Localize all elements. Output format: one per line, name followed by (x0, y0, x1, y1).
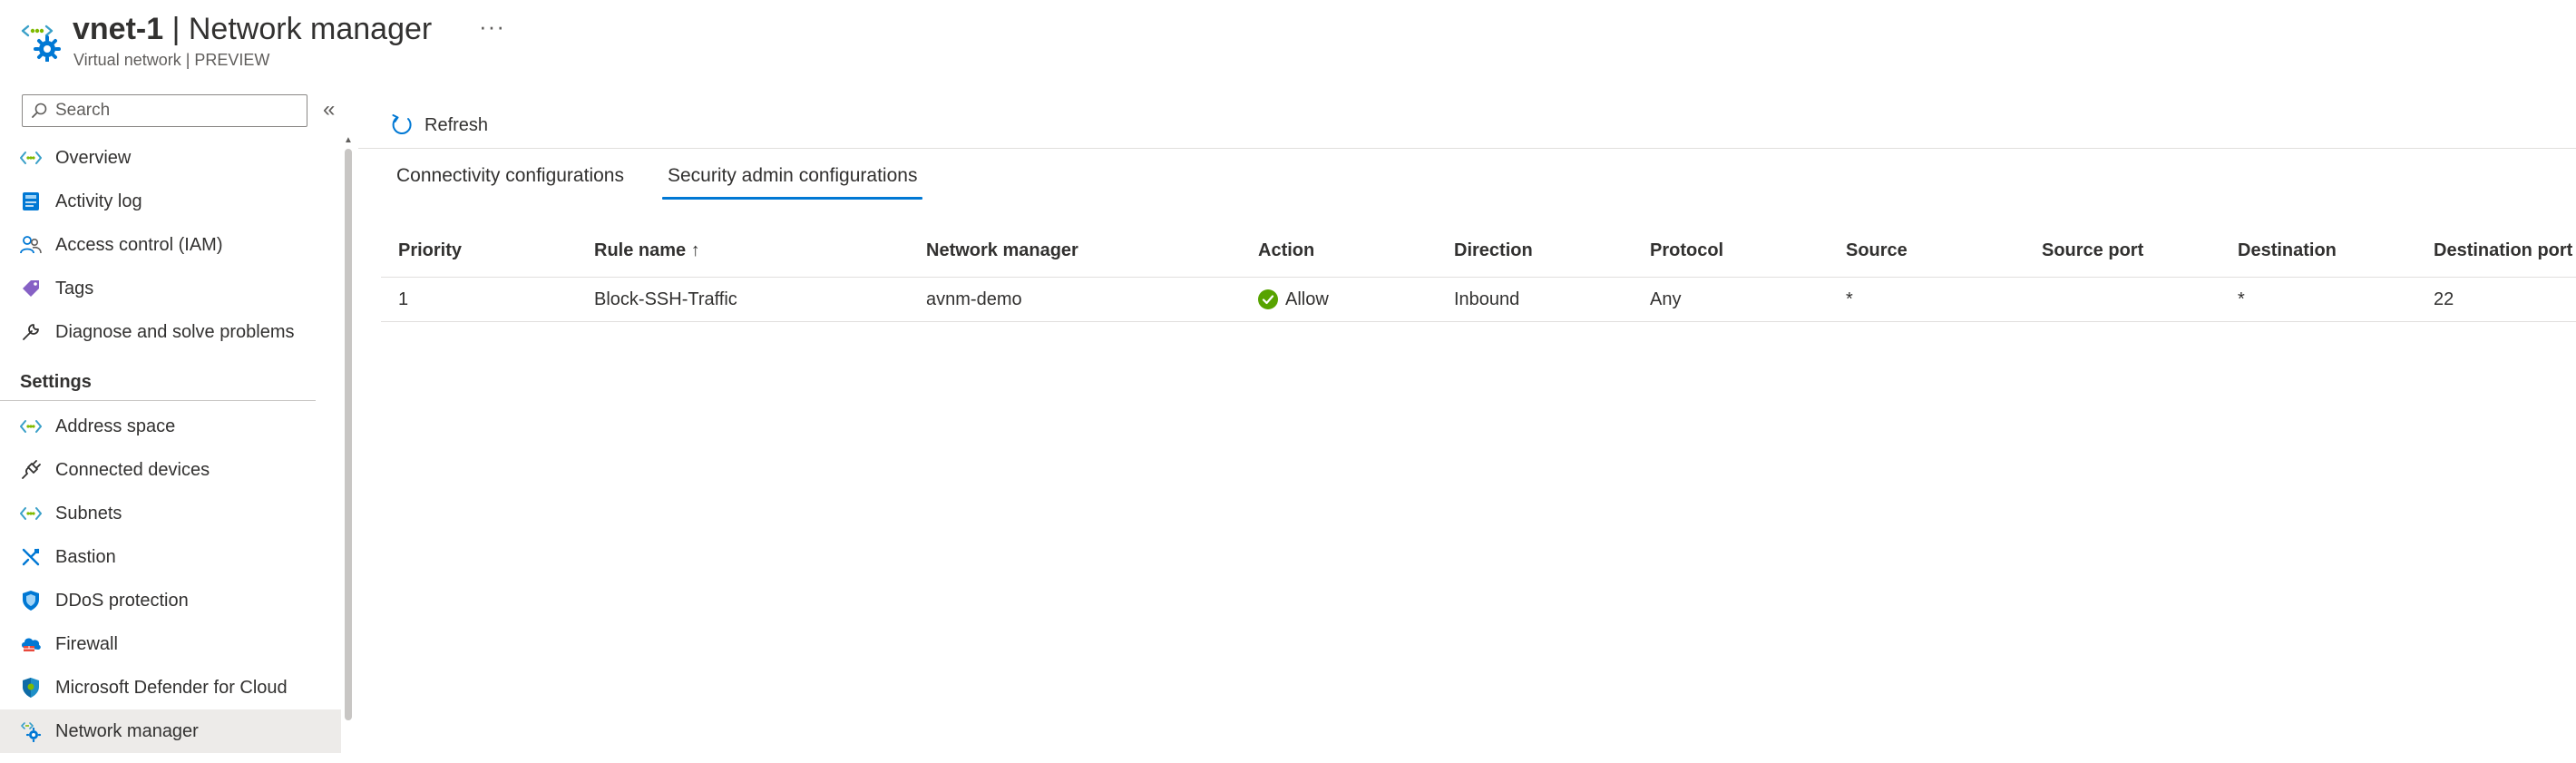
page-subtitle: Virtual network | PREVIEW (73, 51, 270, 69)
sidebar-item-label: Address space (55, 416, 176, 436)
column-header-destination[interactable]: Destination (2238, 225, 2337, 277)
sidebar-scrollbar[interactable]: ▲ (344, 136, 353, 763)
refresh-button[interactable]: Refresh (390, 105, 488, 145)
resource-name: vnet-1 (73, 12, 164, 46)
column-header-action[interactable]: Action (1258, 225, 1314, 277)
table-row[interactable]: 1 Block-SSH-Traffic avnm-demo Allow Inbo… (381, 278, 2576, 322)
sidebar-item-address-space[interactable]: Address space (0, 405, 341, 448)
column-header-direction[interactable]: Direction (1454, 225, 1533, 277)
column-header-network-manager[interactable]: Network manager (926, 225, 1078, 277)
sidebar-item-subnets[interactable]: Subnets (0, 492, 341, 535)
sidebar-search[interactable] (22, 94, 307, 127)
page-header: vnet-1 | Network manager ··· Virtual net… (0, 0, 2576, 80)
sidebar-item-bastion[interactable]: Bastion (0, 535, 341, 579)
cell-destination: * (2238, 289, 2245, 309)
virtual-network-icon (21, 24, 61, 62)
sidebar-item-label: Network manager (55, 720, 199, 741)
sidebar-item-connected-devices[interactable]: Connected devices (0, 448, 341, 492)
sidebar-scrollbar-thumb[interactable] (345, 149, 352, 720)
bastion-icon (20, 546, 42, 568)
column-header-rule-name[interactable]: Rule name ↑ (594, 225, 700, 277)
allow-check-icon (1258, 289, 1278, 309)
column-header-source[interactable]: Source (1846, 225, 1908, 277)
shield-icon (20, 590, 42, 611)
column-header-destination-port[interactable]: Destination port (2434, 225, 2572, 277)
sidebar-item-label: Bastion (55, 546, 116, 567)
sidebar-item-label: Tags (55, 278, 94, 298)
collapse-sidebar-icon[interactable]: « (323, 96, 343, 123)
cell-source: * (1846, 289, 1853, 309)
sidebar-item-defender-for-cloud[interactable]: Microsoft Defender for Cloud (0, 666, 341, 709)
sidebar-item-activity-log[interactable]: Activity log (0, 180, 341, 223)
tag-icon (20, 278, 42, 299)
sidebar-item-label: Microsoft Defender for Cloud (55, 677, 288, 698)
section-header-settings: Settings (0, 357, 316, 401)
tab-connectivity-configurations[interactable]: Connectivity configurations (391, 158, 629, 200)
refresh-icon (392, 114, 412, 135)
network-brackets-icon (20, 416, 42, 437)
search-input[interactable] (55, 97, 300, 124)
sidebar-item-label: Connected devices (55, 459, 210, 480)
sidebar-item-network-manager[interactable]: Network manager (0, 709, 341, 753)
wrench-icon (20, 321, 42, 343)
tab-security-admin-configurations[interactable]: Security admin configurations (661, 158, 923, 200)
cell-protocol: Any (1650, 289, 1682, 309)
sidebar-item-label: DDoS protection (55, 590, 189, 611)
network-brackets-icon (20, 503, 42, 524)
cell-action: Allow (1258, 278, 1329, 321)
people-icon (20, 234, 42, 256)
firewall-icon (20, 633, 42, 655)
configuration-tabs: Connectivity configurations Security adm… (391, 158, 955, 200)
cell-direction: Inbound (1454, 289, 1520, 309)
more-options-icon[interactable]: ··· (479, 13, 505, 41)
sidebar-item-tags[interactable]: Tags (0, 267, 341, 310)
plug-icon (20, 459, 42, 481)
command-bar: Refresh (358, 105, 2576, 149)
cell-destination-port: 22 (2434, 289, 2454, 309)
sidebar-item-access-control[interactable]: Access control (IAM) (0, 223, 341, 267)
sidebar-item-label: Access control (IAM) (55, 234, 223, 255)
scroll-up-arrow-icon[interactable]: ▲ (344, 136, 353, 145)
rules-table: Priority Rule name ↑ Network manager Act… (381, 225, 2576, 322)
title-separator: | (163, 12, 189, 46)
main-content: Refresh Connectivity configurations Secu… (358, 80, 2576, 763)
activity-log-icon (20, 191, 42, 212)
sidebar-nav: Overview Activity log Access control (IA… (0, 136, 341, 753)
refresh-label: Refresh (424, 114, 489, 135)
sidebar: « Overview Activity log Access control (… (0, 80, 358, 763)
sidebar-item-diagnose[interactable]: Diagnose and solve problems (0, 310, 341, 354)
sidebar-item-ddos-protection[interactable]: DDoS protection (0, 579, 341, 622)
column-header-protocol[interactable]: Protocol (1650, 225, 1723, 277)
sidebar-item-overview[interactable]: Overview (0, 136, 341, 180)
search-icon (32, 103, 47, 118)
page-title: vnet-1 | Network manager (73, 9, 432, 49)
column-header-priority[interactable]: Priority (398, 225, 462, 277)
defender-shield-icon (20, 677, 42, 699)
sidebar-item-label: Activity log (55, 191, 142, 211)
column-header-source-port[interactable]: Source port (2042, 225, 2143, 277)
page-name: Network manager (188, 12, 433, 46)
sidebar-item-label: Subnets (55, 503, 122, 523)
table-header-row: Priority Rule name ↑ Network manager Act… (381, 225, 2576, 278)
network-manager-icon (20, 720, 42, 742)
sidebar-item-label: Diagnose and solve problems (55, 321, 295, 342)
sidebar-item-label: Firewall (55, 633, 118, 654)
cell-network-manager: avnm-demo (926, 289, 1022, 309)
sidebar-item-firewall[interactable]: Firewall (0, 622, 341, 666)
cell-rule-name: Block-SSH-Traffic (594, 289, 737, 309)
sidebar-item-label: Overview (55, 147, 132, 168)
network-brackets-icon (20, 147, 42, 169)
action-value: Allow (1285, 289, 1329, 309)
cell-priority: 1 (398, 289, 409, 309)
